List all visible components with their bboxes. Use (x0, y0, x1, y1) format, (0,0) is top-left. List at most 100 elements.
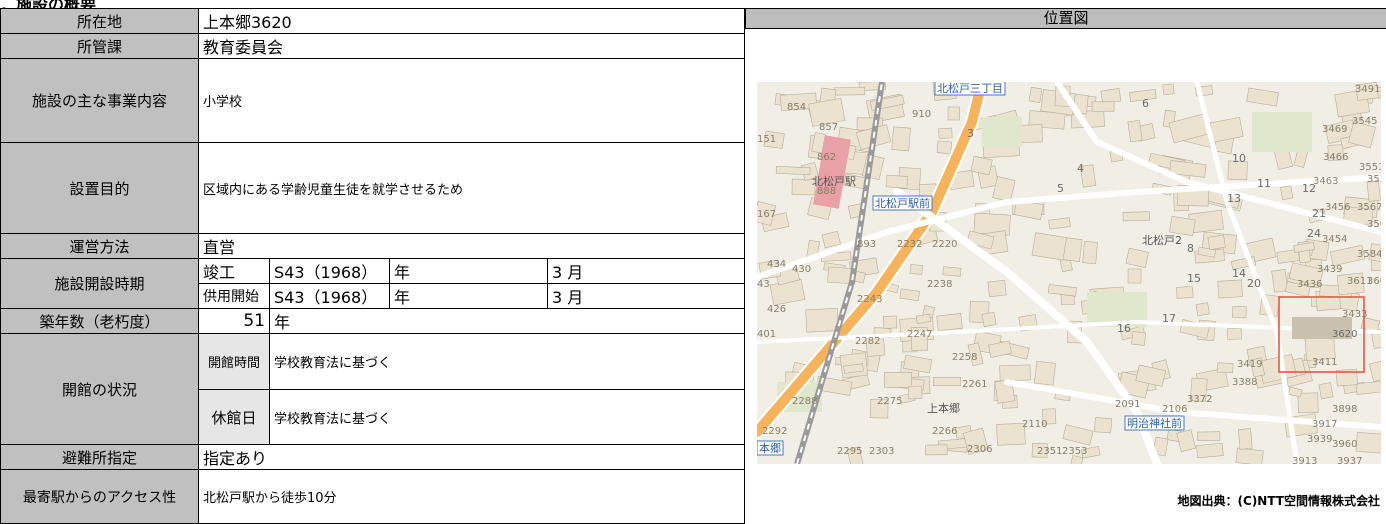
building (1176, 286, 1194, 299)
building (1216, 362, 1234, 374)
value-hours: 学校教育法に基づく (268, 333, 746, 390)
lot-number: 2258 (952, 352, 977, 363)
value-completion-year-unit: 年 (389, 258, 548, 284)
building (933, 376, 961, 386)
lot-number: 3491 (1355, 84, 1380, 95)
lot-number: 2306 (967, 444, 992, 455)
row-age: 築年数（老朽度） 51 年 (0, 308, 746, 334)
building (1227, 328, 1242, 340)
lot-number: 2282 (855, 336, 880, 347)
building (1162, 83, 1175, 96)
lot-number: 3456 (1325, 202, 1350, 213)
building (1127, 120, 1143, 143)
block-number: 3 (967, 127, 974, 140)
building (891, 126, 911, 152)
label-completion: 竣工 (198, 258, 270, 284)
building (942, 266, 962, 277)
building (999, 364, 1031, 382)
lot-number: 2243 (857, 294, 882, 305)
row-operation: 運営方法 直営 (0, 233, 746, 259)
block-number: 6 (1142, 97, 1149, 110)
lot-number: 43 (757, 279, 770, 290)
service-month-unit: 月 (567, 288, 584, 307)
label-business: 施設の主な事業内容 (0, 58, 199, 143)
lot-number: 434 (767, 259, 786, 270)
row-completion: 施設開設時期 竣工 S43（1968） 年 3 月 (0, 258, 746, 309)
building (1100, 88, 1122, 105)
lot-number: 3898 (1332, 404, 1357, 415)
lot-number: 3463 (1313, 176, 1338, 187)
lot-number: 3569 (1367, 219, 1381, 230)
block-number: 16 (1117, 322, 1131, 335)
lot-number: 2110 (1022, 419, 1047, 430)
lot-number: 910 (912, 109, 931, 120)
lot-number: 2238 (927, 279, 952, 290)
building (885, 174, 908, 189)
lot-number: 3584 (1357, 249, 1381, 260)
label-access: 最寄駅からのアクセス性 (0, 469, 199, 524)
building (805, 308, 839, 333)
lot-number: 3937 (1337, 456, 1362, 464)
block-number: 13 (1227, 192, 1241, 205)
lot-number: 2266 (932, 426, 957, 437)
building (1279, 185, 1294, 201)
lot-number: 2351 (1037, 446, 1062, 457)
park (982, 117, 1022, 147)
place-label-shrine: 明治神社前 (1127, 416, 1182, 430)
place-label-area2: 北松戸2 (1142, 233, 1182, 247)
value-service-era: S43（1968） (269, 283, 390, 309)
building (1031, 232, 1067, 261)
building (883, 371, 912, 388)
lot-number: 3411 (1312, 357, 1337, 368)
location-map[interactable]: 854 857 862 888 893 2232 2220 434 430 426 2243 2238… (757, 82, 1381, 464)
label-department: 所管課 (0, 33, 199, 59)
lot-number: 3466 (1323, 152, 1348, 163)
lot-number: 854 (787, 102, 806, 113)
value-access: 北松戸駅から徒歩10分 (197, 469, 746, 524)
lot-number: 3545 (1352, 116, 1377, 127)
label-operation: 運営方法 (0, 233, 199, 259)
lot-number: 3419 (1237, 359, 1262, 370)
value-service-month: 3 月 (546, 283, 746, 309)
lot-number: 2106 (1162, 404, 1187, 415)
building (1122, 211, 1150, 222)
lot-number: 3567 (1357, 202, 1381, 213)
row-business: 施設の主な事業内容 小学校 (0, 58, 746, 143)
value-completion-month: 3 月 (546, 258, 746, 284)
lot-number: 3611 (1347, 276, 1372, 287)
building (775, 166, 811, 176)
building (1318, 382, 1334, 400)
label-age: 築年数（老朽度） (0, 308, 199, 334)
block-number: 5 (1057, 182, 1064, 195)
value-purpose: 区域内にある学齢児童生徒を就学させるため (197, 142, 746, 234)
block-number: 8 (1187, 242, 1194, 255)
building (938, 127, 953, 139)
block-number: 17 (1162, 312, 1176, 325)
building (981, 311, 997, 328)
lot-number: 401 (757, 329, 776, 340)
value-operation: 直営 (197, 233, 746, 259)
lot-number: 3436 (1297, 279, 1322, 290)
row-purpose: 設置目的 区域内にある学齢児童生徒を就学させるため (0, 142, 746, 234)
block-number: 4 (1077, 162, 1084, 175)
label-purpose: 設置目的 (0, 142, 199, 234)
value-closed: 学校教育法に基づく (268, 389, 746, 445)
lot-number: 3551 (1359, 162, 1381, 173)
lot-number: 857 (819, 122, 838, 133)
building (1034, 360, 1056, 386)
lot-number: 3372 (1187, 394, 1212, 405)
building (1297, 392, 1319, 414)
value-evacuation: 指定あり (197, 444, 746, 470)
lot-number: 2288 (792, 396, 817, 407)
lot-number: 2295 (837, 446, 862, 457)
lot-number: 2275 (877, 396, 902, 407)
row-access: 最寄駅からのアクセス性 北松戸駅から徒歩10分 (0, 469, 746, 524)
place-label-town2: 本郷 (759, 441, 781, 455)
building (987, 279, 1007, 298)
building (1028, 86, 1043, 103)
lot-number: 2232 (897, 239, 922, 250)
row-department: 所管課 教育委員会 (0, 33, 746, 59)
block-number: 21 (1312, 207, 1326, 220)
label-location: 所在地 (0, 8, 199, 34)
label-closed: 休館日 (198, 389, 270, 445)
